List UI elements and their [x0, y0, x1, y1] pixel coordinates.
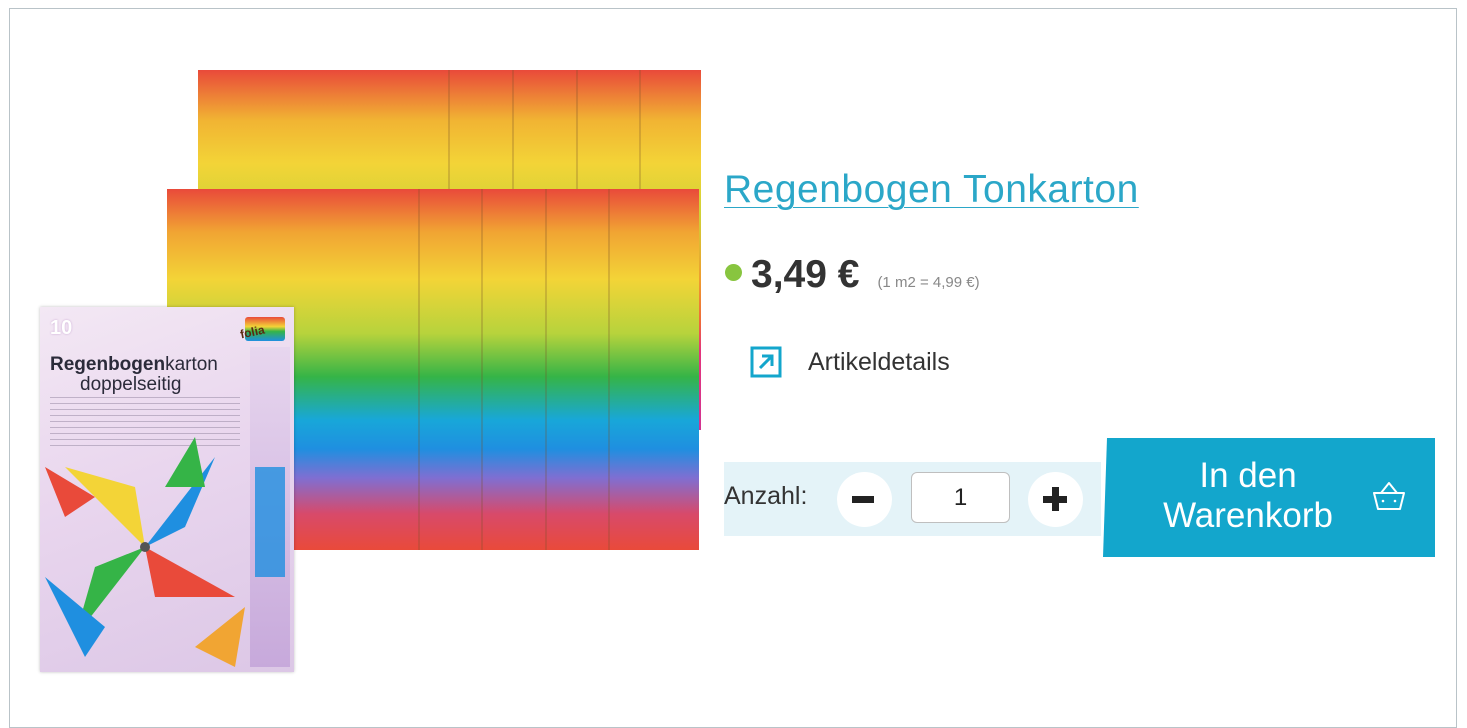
pinwheel-illustration [45, 437, 245, 667]
quantity-increase-button[interactable] [1028, 472, 1083, 527]
add-to-cart-button[interactable]: In den Warenkorb [1103, 438, 1435, 557]
unit-price: (1 m2 = 4,99 €) [877, 274, 980, 291]
quantity-selector: Anzahl: [724, 462, 1101, 536]
quantity-decrease-button[interactable] [837, 472, 892, 527]
pack-title: Regenbogenkarton [50, 354, 218, 375]
stock-status-indicator [725, 264, 742, 281]
external-link-icon [750, 346, 782, 378]
quantity-input[interactable] [911, 472, 1010, 523]
basket-icon [1373, 482, 1405, 510]
quantity-label: Anzahl: [724, 482, 808, 510]
pack-count: 10 [50, 317, 73, 339]
price-row: 3,49 € (1 m2 = 4,99 €) [725, 253, 980, 297]
minus-icon [852, 496, 874, 503]
product-image[interactable]: 10 folia Regenbogenkarton doppelseitig [10, 9, 730, 715]
product-card: 10 folia Regenbogenkarton doppelseitig [9, 8, 1457, 728]
product-title-link[interactable]: Regenbogen Tonkarton [724, 168, 1139, 212]
product-package: 10 folia Regenbogenkarton doppelseitig [40, 307, 294, 672]
article-details-label: Artikeldetails [808, 347, 950, 376]
article-details-link[interactable]: Artikeldetails [750, 346, 950, 378]
product-price: 3,49 € [751, 253, 860, 296]
pack-subtitle: doppelseitig [80, 374, 182, 395]
pack-side-strip [250, 347, 290, 667]
add-to-cart-label: In den Warenkorb [1163, 456, 1333, 535]
